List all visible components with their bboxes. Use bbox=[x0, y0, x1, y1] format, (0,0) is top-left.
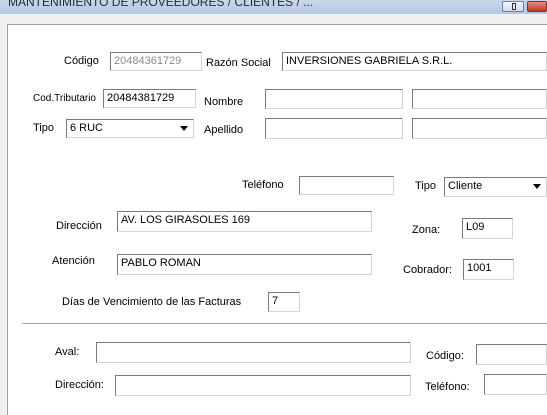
atencion-label: Atención bbox=[52, 255, 95, 267]
direccion-field[interactable]: AV. LOS GIRASOLES 169 bbox=[117, 211, 372, 232]
codigo-label: Código bbox=[64, 55, 99, 67]
aval-label: Aval: bbox=[55, 346, 80, 358]
chevron-down-icon[interactable] bbox=[530, 179, 544, 193]
zona-field[interactable]: L09 bbox=[462, 218, 513, 239]
close-button[interactable] bbox=[527, 1, 547, 12]
tipo-cliente-value: Cliente bbox=[448, 180, 483, 192]
nombre-label: Nombre bbox=[204, 96, 244, 108]
title-bar: MANTENIMIENTO DE PROVEEDORES / CLIENTES … bbox=[0, 0, 547, 14]
telefono-label: Teléfono bbox=[242, 179, 284, 191]
nombre-field-2[interactable] bbox=[412, 89, 547, 109]
codigo-field[interactable]: 20484361729 bbox=[110, 52, 202, 71]
window-title: MANTENIMIENTO DE PROVEEDORES / CLIENTES … bbox=[8, 0, 314, 9]
aval-codigo-field[interactable] bbox=[476, 344, 547, 365]
cobrador-label: Cobrador: bbox=[403, 264, 452, 276]
aval-telefono-label: Teléfono: bbox=[425, 381, 470, 393]
aval-direccion-field[interactable] bbox=[115, 375, 411, 396]
close-icon bbox=[533, 3, 541, 11]
minimize-icon bbox=[512, 3, 516, 10]
cod-tributario-field[interactable]: 20484381729 bbox=[103, 89, 196, 108]
tipo-cliente-select[interactable]: Cliente bbox=[444, 177, 547, 197]
razon-social-label: Razón Social bbox=[206, 57, 271, 69]
section-divider bbox=[22, 323, 547, 325]
dias-vencimiento-label: Días de Vencimiento de las Facturas bbox=[62, 296, 242, 308]
atencion-field[interactable]: PABLO ROMAN bbox=[117, 254, 372, 275]
cobrador-field[interactable]: 1001 bbox=[463, 259, 514, 280]
aval-direccion-label: Dirección: bbox=[55, 379, 104, 391]
dias-vencimiento-field[interactable]: 7 bbox=[268, 292, 300, 312]
tipo-cliente-label: Tipo bbox=[415, 180, 436, 192]
tipo-doc-value: 6 RUC bbox=[70, 122, 104, 134]
aval-field[interactable] bbox=[96, 342, 411, 363]
apellido-label: Apellido bbox=[204, 124, 244, 136]
nombre-field-1[interactable] bbox=[265, 89, 403, 109]
aval-telefono-field[interactable] bbox=[484, 374, 547, 395]
chevron-down-icon[interactable] bbox=[177, 121, 191, 135]
aval-codigo-label: Código: bbox=[426, 350, 464, 362]
razon-social-field[interactable]: INVERSIONES GABRIELA S.R.L. bbox=[282, 52, 547, 71]
tipo-doc-select[interactable]: 6 RUC bbox=[66, 119, 194, 138]
cod-tributario-label: Cod.Tributario bbox=[33, 93, 96, 104]
apellido-field-1[interactable] bbox=[265, 118, 403, 139]
telefono-field[interactable] bbox=[299, 176, 394, 195]
apellido-field-2[interactable] bbox=[412, 118, 547, 139]
zona-label: Zona: bbox=[412, 224, 441, 236]
minimize-button[interactable] bbox=[502, 1, 524, 12]
direccion-label: Dirección bbox=[56, 220, 102, 232]
tipo-doc-label: Tipo bbox=[33, 122, 54, 134]
